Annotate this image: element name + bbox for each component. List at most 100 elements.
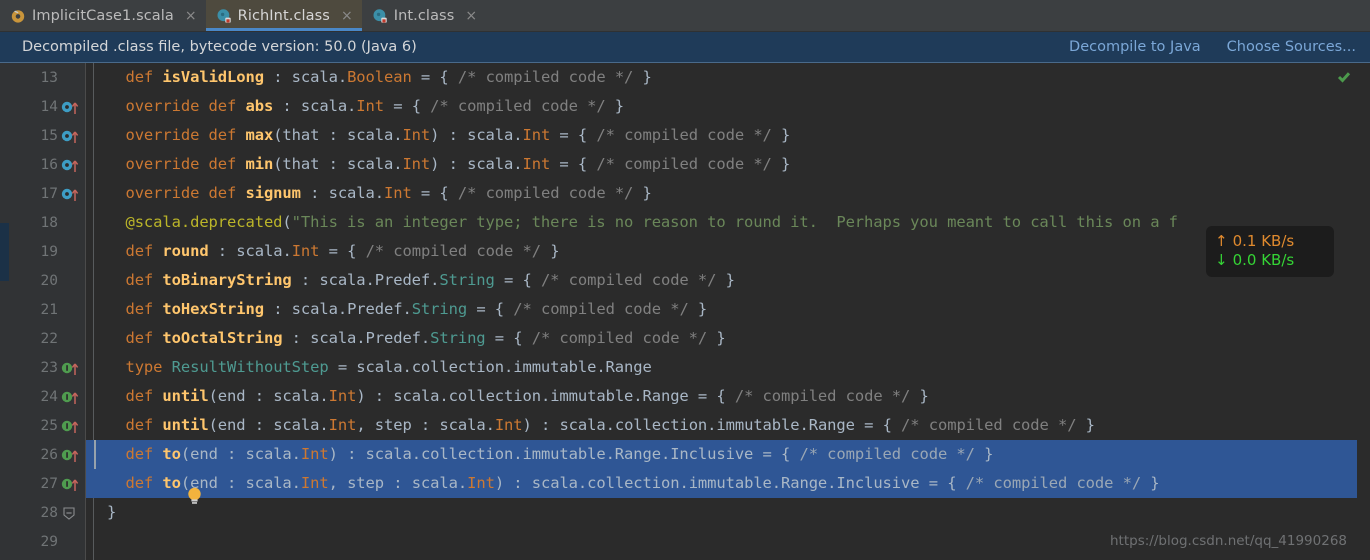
decompile-to-java-link[interactable]: Decompile to Java: [1069, 39, 1201, 55]
close-icon[interactable]: ×: [185, 9, 197, 23]
line-number-gutter[interactable]: 13 14 15 16 17 18 19 20 21 22 23 24 25 26 27 28 29: [9, 63, 86, 560]
code-token: /* compiled code */: [734, 387, 911, 405]
gutter-row[interactable]: 28: [9, 498, 85, 527]
inspection-status-check-icon[interactable]: [1337, 69, 1351, 83]
code-line[interactable]: def to(end : scala.Int) : scala.collecti…: [86, 440, 1357, 469]
override-method-marker-icon[interactable]: [61, 128, 81, 144]
gutter-row[interactable]: 15: [9, 121, 85, 150]
code-token: (end :: [208, 416, 274, 434]
tab-int-class[interactable]: Int.class ×: [362, 0, 486, 31]
gutter-row[interactable]: 18: [9, 208, 85, 237]
line-number: 25: [40, 417, 58, 434]
tab-implicitcase1-scala[interactable]: ImplicitCase1.scala ×: [0, 0, 206, 31]
code-line[interactable]: override def abs : scala.Int = { /* comp…: [86, 92, 1357, 121]
code-token: Int: [291, 242, 320, 260]
code-token: Int: [402, 155, 431, 173]
code-token: until: [162, 416, 209, 434]
implemented-method-marker-icon[interactable]: [61, 389, 81, 405]
implemented-method-marker-icon[interactable]: [61, 360, 81, 376]
gutter-row[interactable]: 17: [9, 179, 85, 208]
code-content-area[interactable]: def isValidLong : scala.Boolean = { /* c…: [86, 63, 1357, 560]
override-method-marker-icon[interactable]: [61, 186, 81, 202]
code-token: }: [716, 271, 735, 289]
code-line[interactable]: def to(end : scala.Int, step : scala.Int…: [86, 469, 1357, 498]
download-speed-row: ↓ 0.0 KB/s: [1215, 251, 1325, 270]
code-line[interactable]: def until(end : scala.Int, step : scala.…: [86, 411, 1357, 440]
code-line[interactable]: }: [86, 498, 1357, 527]
implemented-method-marker-icon[interactable]: [61, 476, 81, 492]
code-token: :: [263, 68, 292, 86]
left-marker-strip[interactable]: [0, 63, 9, 560]
intention-lightbulb-icon[interactable]: [186, 486, 203, 507]
code-token: = {: [319, 242, 366, 260]
gutter-row[interactable]: 14: [9, 92, 85, 121]
gutter-row[interactable]: 22: [9, 324, 85, 353]
code-token: = {: [688, 387, 735, 405]
choose-sources-link[interactable]: Choose Sources...: [1227, 39, 1356, 55]
code-token: /* compiled code */: [596, 126, 772, 144]
gutter-row[interactable]: 27: [9, 469, 85, 498]
gutter-row[interactable]: 23: [9, 353, 85, 382]
gutter-row[interactable]: 13: [9, 63, 85, 92]
code-token: round: [162, 242, 209, 260]
implemented-method-marker-icon[interactable]: [61, 418, 81, 434]
code-token: /* compiled code */: [430, 97, 606, 115]
gutter-row[interactable]: 20: [9, 266, 85, 295]
tab-richint-class[interactable]: RichInt.class ×: [205, 0, 362, 31]
close-icon[interactable]: ×: [465, 9, 477, 23]
code-token: ) :: [494, 474, 532, 492]
line-number: 17: [40, 185, 58, 202]
editor-scrollbar[interactable]: [1357, 63, 1370, 560]
code-line[interactable]: override def max(that : scala.Int) : sca…: [86, 121, 1357, 150]
code-token: Int: [522, 155, 551, 173]
implemented-method-marker-icon[interactable]: [61, 447, 81, 463]
code-token: def: [125, 242, 163, 260]
code-line[interactable]: def until(end : scala.Int) : scala.colle…: [86, 382, 1357, 411]
code-token: signum: [245, 184, 301, 202]
line-number: 26: [40, 446, 58, 463]
gutter-row[interactable]: 24: [9, 382, 85, 411]
gutter-row[interactable]: 25: [9, 411, 85, 440]
code-line[interactable]: type ResultWithoutStep = scala.collectio…: [86, 353, 1357, 382]
code-line[interactable]: def isValidLong : scala.Boolean = { /* c…: [86, 63, 1357, 92]
code-token: scala.: [347, 126, 403, 144]
code-token: def: [125, 474, 163, 492]
code-token: def: [125, 271, 163, 289]
code-token: /* compiled code */: [799, 445, 975, 463]
code-editor[interactable]: 13 14 15 16 17 18 19 20 21 22 23 24 25 26 27 28 29 def i…: [0, 63, 1370, 560]
code-token: = {: [494, 271, 541, 289]
gutter-row[interactable]: 26: [9, 440, 85, 469]
code-token: (end :: [180, 445, 246, 463]
code-token: ) :: [430, 155, 468, 173]
override-method-marker-icon[interactable]: [61, 99, 81, 115]
code-fold-marker-icon[interactable]: [61, 505, 81, 521]
code-line[interactable]: override def min(that : scala.Int) : sca…: [86, 150, 1357, 179]
code-token: :: [208, 242, 237, 260]
gutter-row[interactable]: 16: [9, 150, 85, 179]
code-token: override def: [125, 126, 246, 144]
override-method-marker-icon[interactable]: [61, 157, 81, 173]
code-token: def: [125, 300, 163, 318]
code-token: "This is an integer type; there is no re…: [291, 213, 1178, 231]
code-token: :: [273, 97, 301, 115]
gutter-row[interactable]: 29: [9, 527, 85, 556]
code-token: def: [125, 387, 163, 405]
changed-lines-marker: [0, 223, 9, 281]
code-line[interactable]: @scala.deprecated("This is an integer ty…: [86, 208, 1357, 237]
close-icon[interactable]: ×: [341, 9, 353, 23]
code-line[interactable]: def toBinaryString : scala.Predef.String…: [86, 266, 1357, 295]
gutter-row[interactable]: 19: [9, 237, 85, 266]
code-line[interactable]: def toHexString : scala.Predef.String = …: [86, 295, 1357, 324]
gutter-row[interactable]: 21: [9, 295, 85, 324]
code-token: }: [633, 68, 652, 86]
code-line[interactable]: def toOctalString : scala.Predef.String …: [86, 324, 1357, 353]
code-line[interactable]: def round : scala.Int = { /* compiled co…: [86, 237, 1357, 266]
code-token: scala.: [328, 184, 385, 202]
code-line[interactable]: override def signum : scala.Int = { /* c…: [86, 179, 1357, 208]
